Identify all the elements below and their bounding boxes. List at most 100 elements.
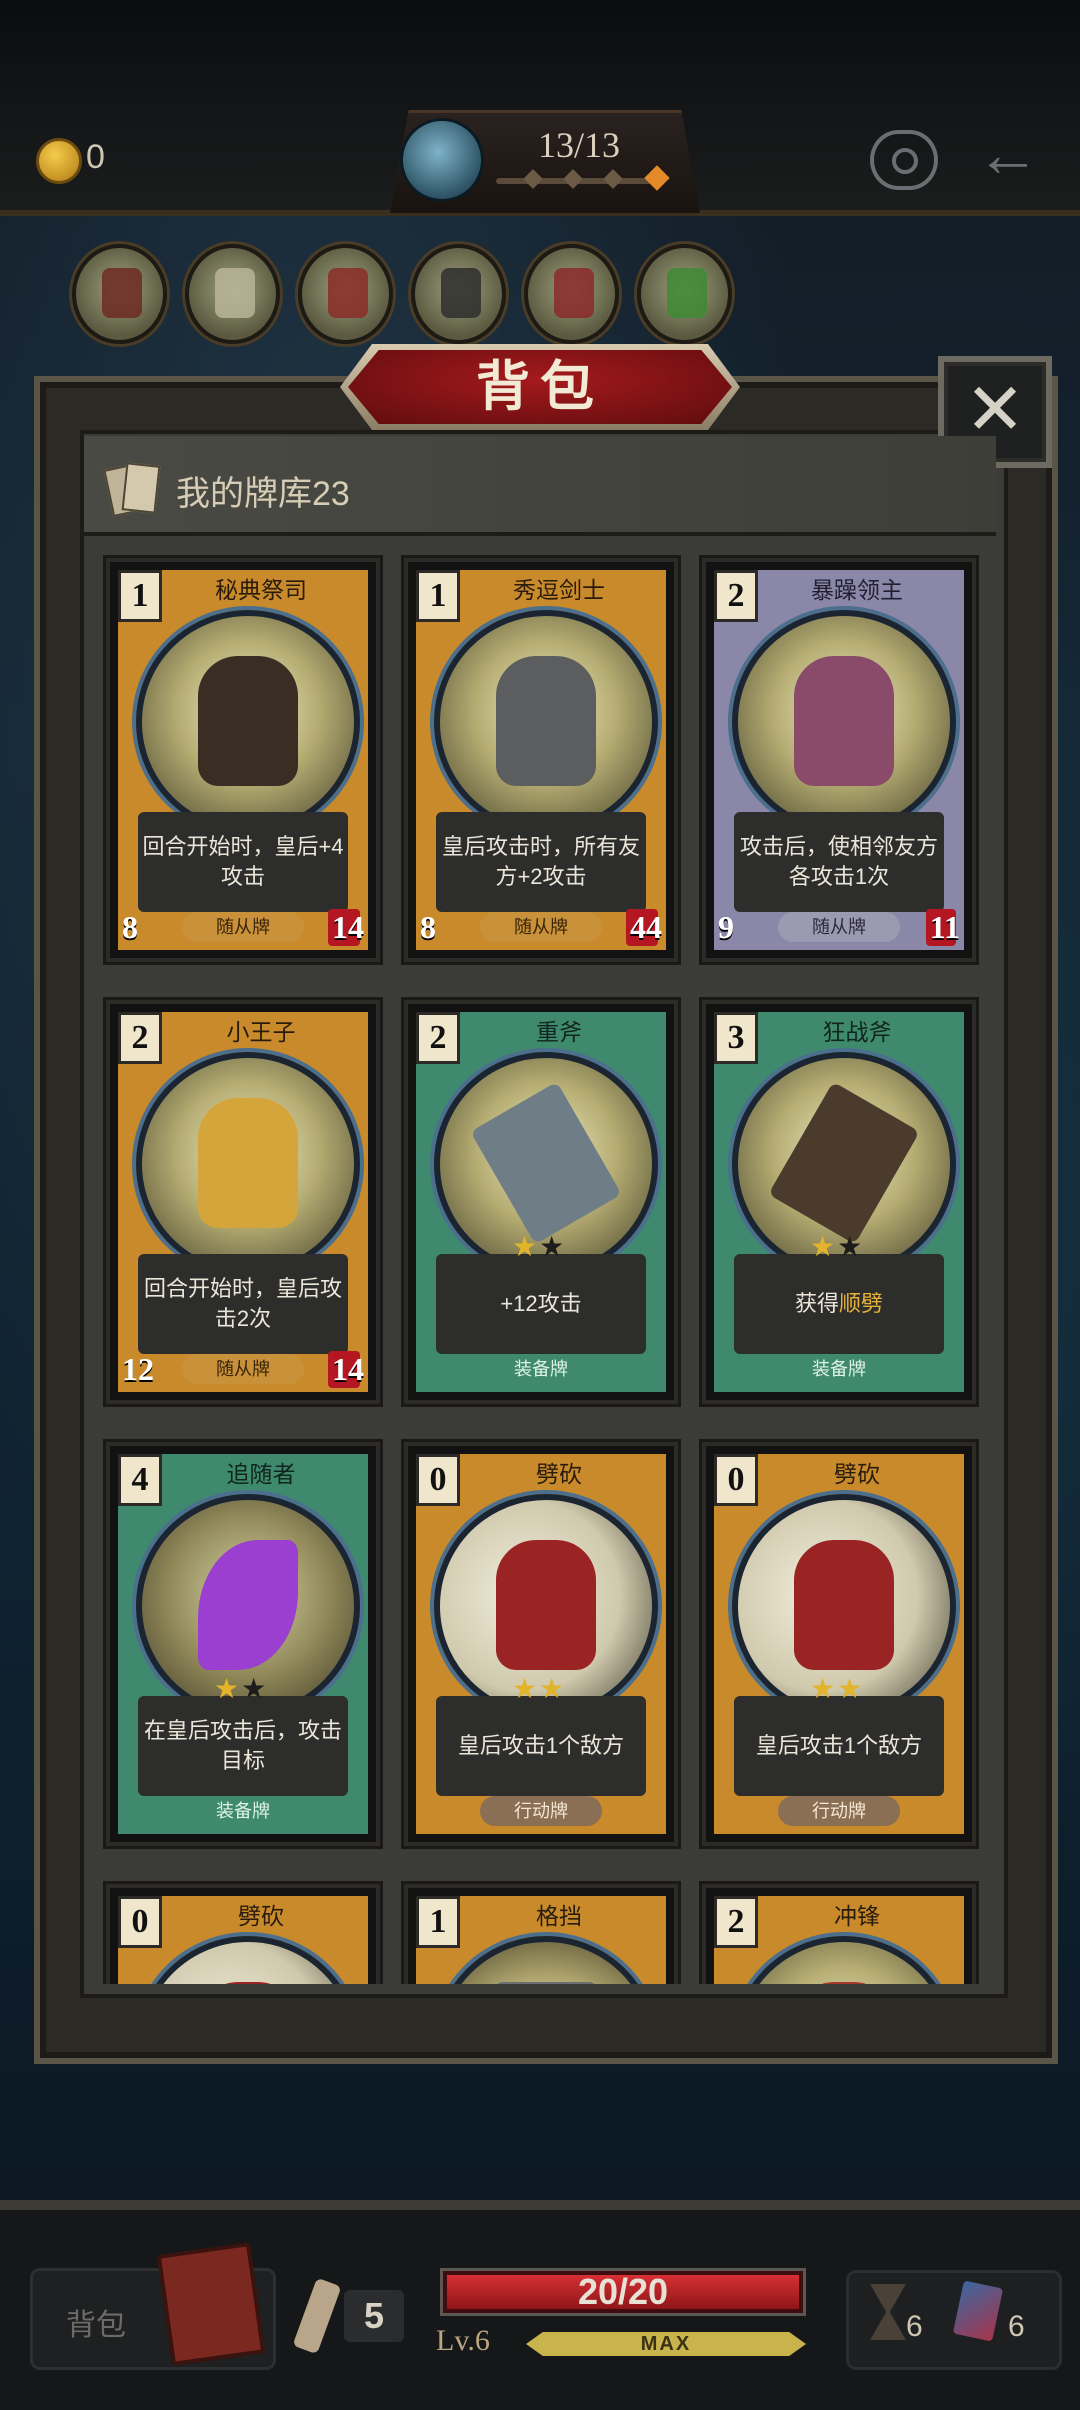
card-name: 狂战斧	[822, 1019, 892, 1045]
cards-count: 6	[1008, 2310, 1025, 2343]
card-description: 回合开始时，皇后攻击2次	[138, 1254, 348, 1354]
card[interactable]: 0 劈砍	[106, 1884, 380, 1984]
card-description-text: 皇后攻击1个敌方	[457, 1733, 625, 1758]
card-description: +12攻击	[436, 1254, 646, 1354]
card-portrait	[434, 610, 658, 834]
relic-2-icon[interactable]	[185, 244, 280, 344]
card-description-text: +12攻击	[500, 1291, 582, 1316]
relic-5-icon[interactable]	[524, 244, 619, 344]
card[interactable]: 1 秘典祭司 回合开始时，皇后+4攻击 随从牌 8 14	[106, 558, 380, 962]
card-stars: ★★	[512, 1230, 566, 1263]
card-name: 暴躁领主	[811, 577, 903, 603]
card-health: 14	[328, 1351, 364, 1388]
coin-icon	[36, 138, 82, 184]
card-description-text: 皇后攻击1个敌方	[755, 1733, 923, 1758]
coin-count: 0	[86, 138, 105, 176]
deck-cards-icon-front	[121, 462, 161, 514]
level-label: Lv.6	[436, 2324, 490, 2357]
back-arrow-icon[interactable]: ←	[976, 122, 1040, 186]
card-name: 追随者	[226, 1461, 296, 1487]
card-health: 44	[626, 909, 662, 946]
panel-title-plaque: 背包	[340, 344, 740, 430]
card-name: 劈砍	[834, 1461, 880, 1487]
bag-button-label: 背包	[66, 2309, 126, 2342]
star-icon: ★	[512, 1673, 540, 1704]
keyword-highlight[interactable]: 顺劈	[839, 1289, 883, 1319]
card-name: 秀逗剑士	[513, 577, 605, 603]
star-icon: ★	[214, 1673, 242, 1704]
card[interactable]: 0 劈砍 ★★ 皇后攻击1个敌方 行动牌	[702, 1442, 976, 1846]
card-attack: 12	[122, 1351, 154, 1387]
card-description: 皇后攻击时，所有友方+2攻击	[436, 812, 646, 912]
card-list[interactable]: 1 秘典祭司 回合开始时，皇后+4攻击 随从牌 8 14 1 秀逗剑士 皇后攻击时，所有友方+…	[92, 548, 988, 1984]
relic-1-icon[interactable]	[72, 244, 167, 344]
card-attack: 8	[420, 909, 436, 945]
card[interactable]: 0 劈砍 ★★ 皇后攻击1个敌方 行动牌	[404, 1442, 678, 1846]
attack-value: 5	[344, 2290, 404, 2342]
card-description-text: 在皇后攻击后，攻击目标	[143, 1718, 342, 1773]
deck-header: 我的牌库23	[84, 436, 996, 536]
card-name: 劈砍	[238, 1903, 284, 1929]
card-description-text: 皇后攻击时，所有友方+2攻击	[441, 834, 640, 889]
card[interactable]: 2 重斧 ★★ +12攻击 装备牌	[404, 1000, 678, 1404]
card[interactable]: 2 小王子 回合开始时，皇后攻击2次 随从牌 12 14	[106, 1000, 380, 1404]
card-attack: 8	[122, 909, 138, 945]
star-icon: ★	[837, 1231, 865, 1262]
card-description-text: 回合开始时，皇后攻击2次	[143, 1276, 342, 1331]
panel-title: 背包	[476, 357, 604, 417]
card[interactable]: 1 秀逗剑士 皇后攻击时，所有友方+2攻击 随从牌 8 44	[404, 558, 678, 962]
card-stars: ★★	[810, 1230, 864, 1263]
card-type-tag: 装备牌	[182, 1796, 304, 1826]
star-icon: ★	[539, 1231, 567, 1262]
star-icon: ★	[241, 1673, 269, 1704]
card-type-tag: 随从牌	[480, 912, 602, 942]
card-portrait	[732, 610, 956, 834]
xp-text: MAX	[640, 2333, 692, 2355]
relic-row	[72, 244, 732, 344]
card[interactable]: 2 冲锋	[702, 1884, 976, 1984]
card-stars: ★★	[810, 1672, 864, 1705]
card-description: 回合开始时，皇后+4攻击	[138, 812, 348, 912]
card-type-tag: 装备牌	[480, 1354, 602, 1384]
card-name: 小王子	[226, 1019, 296, 1045]
card-grid: 1 秘典祭司 回合开始时，皇后+4攻击 随从牌 8 14 1 秀逗剑士 皇后攻击时，所有友方+…	[106, 558, 976, 1984]
card-description: 皇后攻击1个敌方	[436, 1696, 646, 1796]
card-description: 皇后攻击1个敌方	[734, 1696, 944, 1796]
star-icon: ★	[837, 1673, 865, 1704]
card-type-tag: 随从牌	[182, 912, 304, 942]
card-name: 重斧	[536, 1019, 582, 1045]
book-icon[interactable]	[156, 2242, 266, 2366]
card-type-tag: 行动牌	[480, 1796, 602, 1826]
card-name: 格挡	[536, 1903, 582, 1929]
relic-3-icon[interactable]	[298, 244, 393, 344]
card[interactable]: 1 格挡	[404, 1884, 678, 1984]
boss-skull-icon[interactable]	[400, 118, 484, 202]
card-type-tag: 装备牌	[778, 1354, 900, 1384]
card-description: 在皇后攻击后，攻击目标	[138, 1696, 348, 1796]
card-portrait	[136, 610, 360, 834]
card-stars: ★★	[214, 1672, 268, 1705]
star-icon: ★	[810, 1231, 838, 1262]
round-counter: 13/13	[538, 125, 621, 165]
card-type-tag: 行动牌	[778, 1796, 900, 1826]
card-description-text: 回合开始时，皇后+4攻击	[142, 834, 344, 889]
card-health: 11	[925, 909, 960, 946]
card-health: 14	[328, 909, 364, 946]
card-type-tag: 随从牌	[182, 1354, 304, 1384]
card[interactable]: 4 追随者 ★★ 在皇后攻击后，攻击目标 装备牌	[106, 1442, 380, 1846]
card-type-tag: 随从牌	[778, 912, 900, 942]
card-stars: ★★	[512, 1672, 566, 1705]
card[interactable]: 2 暴躁领主 攻击后，使相邻友方各攻击1次 随从牌 9 11	[702, 558, 976, 962]
hourglass-count: 6	[906, 2310, 923, 2343]
relic-4-icon[interactable]	[411, 244, 506, 344]
card-description: 获得 顺劈	[734, 1254, 944, 1354]
card-name: 秘典祭司	[215, 577, 307, 603]
card-portrait	[136, 1052, 360, 1276]
card-description-text: 获得	[794, 1291, 839, 1316]
star-icon: ★	[512, 1231, 540, 1262]
relic-6-icon[interactable]	[637, 244, 732, 344]
round-progress	[496, 165, 670, 191]
card[interactable]: 3 狂战斧 ★★ 获得 顺劈 装备牌	[702, 1000, 976, 1404]
eye-icon[interactable]	[870, 130, 938, 190]
star-icon: ★	[539, 1673, 567, 1704]
